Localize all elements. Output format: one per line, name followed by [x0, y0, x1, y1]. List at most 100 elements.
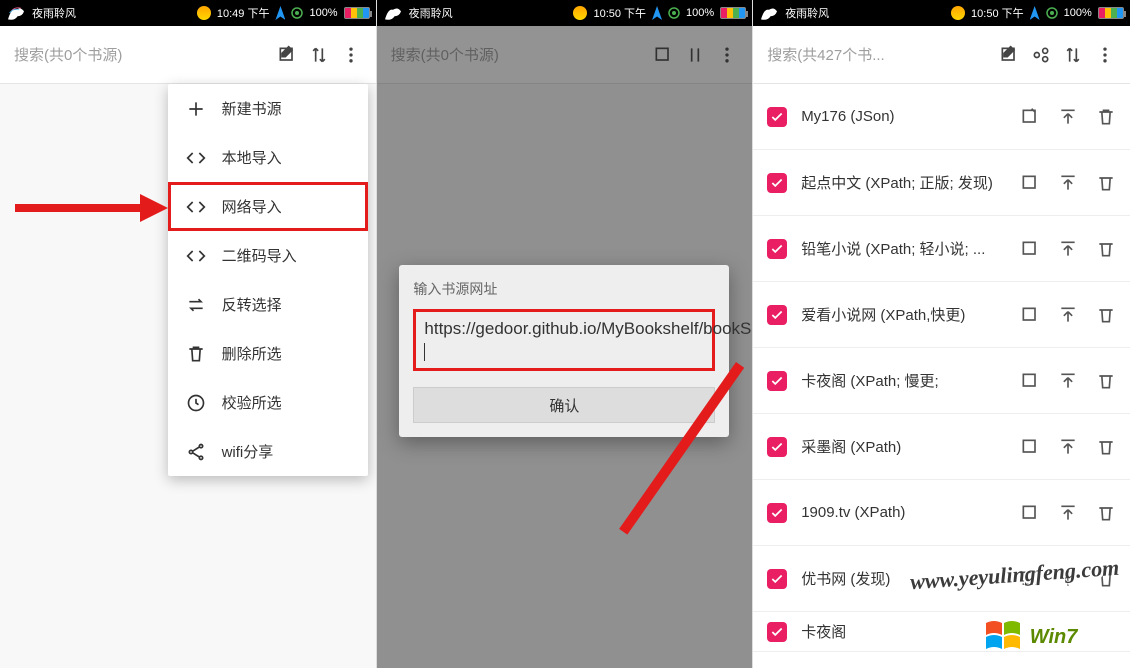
trash-icon[interactable] [1096, 437, 1116, 457]
edit-icon[interactable] [1020, 305, 1040, 325]
edit-icon[interactable] [1020, 173, 1040, 193]
sort-icon[interactable] [1062, 44, 1084, 66]
menu-verify-selected[interactable]: 校验所选 [168, 378, 368, 427]
weather-icon [197, 6, 211, 20]
time-label: 10:50 下午 [971, 5, 1024, 21]
time-label: 10:49 下午 [217, 5, 270, 21]
sort-icon[interactable] [308, 44, 330, 66]
edit-icon[interactable] [998, 44, 1020, 66]
source-row[interactable]: 铅笔小说 (XPath; 轻小说; ... [753, 216, 1130, 282]
battery-icon [344, 7, 370, 19]
screenshot-3: 夜雨聆风 10:50 下午 100% 搜索(共427个书... My176 (J… [753, 0, 1130, 668]
location-icon [1030, 6, 1040, 20]
more-icon[interactable] [1094, 44, 1116, 66]
source-name: 1909.tv (XPath) [801, 504, 1020, 521]
target-icon [1046, 7, 1058, 19]
checkbox-icon[interactable] [767, 437, 787, 457]
plus-icon [186, 99, 206, 119]
battery-label: 100% [1064, 7, 1092, 19]
checkbox-icon[interactable] [767, 503, 787, 523]
status-bar: 夜雨聆风 10:50 下午 100% [753, 0, 1130, 26]
battery-label: 100% [309, 7, 337, 19]
app-bar: 搜索(共427个书... [753, 26, 1130, 84]
trash-icon[interactable] [1096, 371, 1116, 391]
location-icon [652, 6, 662, 20]
checkbox-icon[interactable] [767, 622, 787, 642]
top-icon[interactable] [1058, 107, 1078, 127]
menu-new-source[interactable]: 新建书源 [168, 84, 368, 133]
battery-label: 100% [686, 7, 714, 19]
annotation-arrow [10, 188, 170, 228]
pony-icon [383, 5, 403, 21]
top-icon[interactable] [1058, 305, 1078, 325]
edit-icon[interactable] [1020, 503, 1040, 523]
checkbox-icon[interactable] [767, 305, 787, 325]
top-icon[interactable] [1058, 371, 1078, 391]
source-row[interactable]: 起点中文 (XPath; 正版; 发现) [753, 150, 1130, 216]
edit-icon[interactable] [276, 44, 298, 66]
menu-invert-selection[interactable]: 反转选择 [168, 280, 368, 329]
confirm-button[interactable]: 确认 [413, 387, 715, 423]
checkbox-icon[interactable] [767, 239, 787, 259]
time-label: 10:50 下午 [593, 5, 646, 21]
target-icon [291, 7, 303, 19]
verify-icon [186, 393, 206, 413]
more-icon[interactable] [340, 44, 362, 66]
app-bar: 搜索(共0个书源) [0, 26, 376, 84]
search-input[interactable]: 搜索(共427个书... [767, 44, 988, 65]
top-icon[interactable] [1058, 173, 1078, 193]
top-icon[interactable] [1058, 239, 1078, 259]
code-icon [186, 197, 206, 217]
status-bar: 夜雨聆风 10:49 下午 100% [0, 0, 376, 26]
carrier-label: 夜雨聆风 [785, 5, 829, 21]
share-icon [186, 442, 206, 462]
trash-icon[interactable] [1096, 305, 1116, 325]
source-row[interactable]: My176 (JSon) [753, 84, 1130, 150]
edit-icon[interactable] [1020, 437, 1040, 457]
top-icon[interactable] [1058, 437, 1078, 457]
weather-icon [951, 6, 965, 20]
trash-icon [186, 344, 206, 364]
top-icon[interactable] [1058, 503, 1078, 523]
status-bar: 夜雨聆风 10:50 下午 100% [377, 0, 753, 26]
weather-icon [573, 6, 587, 20]
source-row[interactable]: 卡夜阁 (XPath; 慢更; [753, 348, 1130, 414]
checkbox-icon[interactable] [767, 107, 787, 127]
code-icon [186, 148, 206, 168]
source-name: 起点中文 (XPath; 正版; 发现) [801, 172, 1020, 193]
trash-icon[interactable] [1096, 107, 1116, 127]
trash-icon[interactable] [1096, 173, 1116, 193]
dropdown-menu: 新建书源 本地导入 网络导入 二维码导入 反转选择 删除所选 [168, 84, 368, 476]
checkbox-icon[interactable] [767, 569, 787, 589]
trash-icon[interactable] [1096, 239, 1116, 259]
edit-icon[interactable] [1020, 107, 1040, 127]
source-name: My176 (JSon) [801, 108, 1020, 125]
source-name: 采墨阁 (XPath) [801, 436, 1020, 457]
carrier-label: 夜雨聆风 [32, 5, 76, 21]
source-name: 爱看小说网 (XPath,快更) [801, 304, 1020, 325]
pony-icon [759, 5, 779, 21]
source-row[interactable]: 1909.tv (XPath) [753, 480, 1130, 546]
menu-local-import[interactable]: 本地导入 [168, 133, 368, 182]
menu-wifi-share[interactable]: wifi分享 [168, 427, 368, 476]
search-input[interactable]: 搜索(共0个书源) [14, 44, 266, 65]
location-icon [275, 6, 285, 20]
url-input[interactable]: https://gedoor.github.io/MyBookshelf/boo… [413, 309, 715, 371]
edit-icon[interactable] [1020, 371, 1040, 391]
pony-icon [6, 5, 26, 21]
windows-flag-icon [984, 619, 1024, 655]
source-row[interactable]: 采墨阁 (XPath) [753, 414, 1130, 480]
menu-delete-selected[interactable]: 删除所选 [168, 329, 368, 378]
source-row[interactable]: 爱看小说网 (XPath,快更) [753, 282, 1130, 348]
code-icon [186, 246, 206, 266]
screenshot-2: 夜雨聆风 10:50 下午 100% 搜索(共0个书源) 输入书源网址 http… [377, 0, 754, 668]
battery-icon [720, 7, 746, 19]
screenshot-1: 夜雨聆风 10:49 下午 100% 搜索(共0个书源) 新建书源 [0, 0, 377, 668]
trash-icon[interactable] [1096, 503, 1116, 523]
checkbox-icon[interactable] [767, 371, 787, 391]
groups-icon[interactable] [1030, 44, 1052, 66]
menu-qr-import[interactable]: 二维码导入 [168, 231, 368, 280]
checkbox-icon[interactable] [767, 173, 787, 193]
edit-icon[interactable] [1020, 239, 1040, 259]
menu-network-import[interactable]: 网络导入 [168, 182, 368, 231]
